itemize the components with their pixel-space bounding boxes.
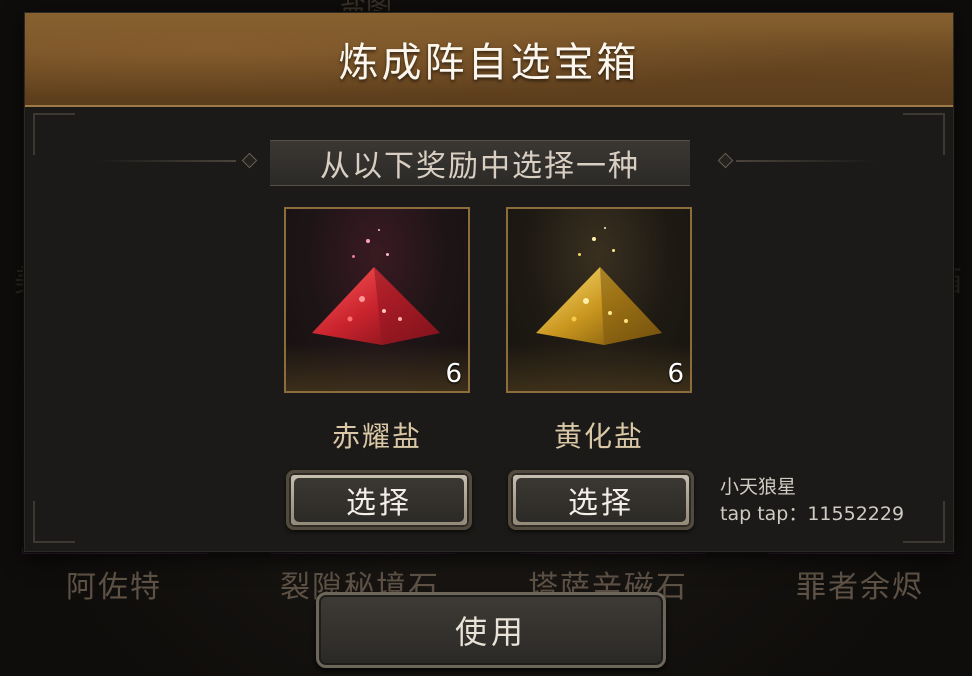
banner-divider-right — [736, 160, 876, 162]
frame-corner-ornament — [33, 501, 75, 543]
sparkle — [352, 255, 355, 258]
sparkle — [612, 249, 615, 252]
watermark-id: tap tap：11552229 — [720, 503, 905, 525]
select-yellow-salt-button[interactable]: 选择 — [508, 470, 694, 530]
frame-corner-ornament — [33, 113, 75, 155]
red-salt-icon — [312, 267, 440, 345]
dialog-subtitle: 从以下奖励中选择一种 — [320, 149, 640, 184]
slot-shade — [508, 343, 690, 391]
reward-option-yellow-salt[interactable]: 6 黄化盐 — [506, 207, 692, 455]
banner-divider-left — [96, 160, 236, 162]
reward-item-slot[interactable]: 6 — [506, 207, 692, 393]
sparkle — [604, 227, 606, 229]
select-button-label: 选择 — [346, 486, 412, 521]
chest-select-dialog: 炼成阵自选宝箱 — [24, 12, 954, 552]
reward-count: 6 — [445, 359, 462, 389]
reward-option-red-salt[interactable]: 6 赤耀盐 — [284, 207, 470, 455]
slot-shade — [286, 343, 468, 391]
use-button[interactable]: 使用 — [316, 592, 666, 668]
dialog-title: 炼成阵自选宝箱 — [338, 40, 640, 86]
select-button-label: 选择 — [568, 486, 634, 521]
select-red-salt-button[interactable]: 选择 — [286, 470, 472, 530]
subtitle-banner: 从以下奖励中选择一种 — [270, 140, 690, 186]
sparkle — [378, 229, 380, 231]
background-item-label: 罪者余烬 — [796, 570, 924, 605]
reward-name: 赤耀盐 — [331, 420, 422, 453]
use-button-label: 使用 — [454, 613, 527, 651]
frame-corner-ornament — [903, 113, 945, 155]
sparkle — [592, 237, 596, 241]
background-item-label: 阿佐特 — [66, 570, 162, 605]
reward-item-slot[interactable]: 6 — [284, 207, 470, 393]
dialog-title-bar: 炼成阵自选宝箱 — [25, 13, 953, 107]
watermark-name: 小天狼星 — [720, 476, 797, 498]
sparkle — [366, 239, 370, 243]
frame-corner-ornament — [903, 501, 945, 543]
reward-name: 黄化盐 — [553, 420, 644, 453]
sparkle — [578, 253, 581, 256]
sparkle — [386, 253, 389, 256]
yellow-salt-icon — [536, 267, 662, 345]
reward-count: 6 — [667, 359, 684, 389]
watermark: 小天狼星 tap tap：11552229 — [720, 474, 904, 528]
